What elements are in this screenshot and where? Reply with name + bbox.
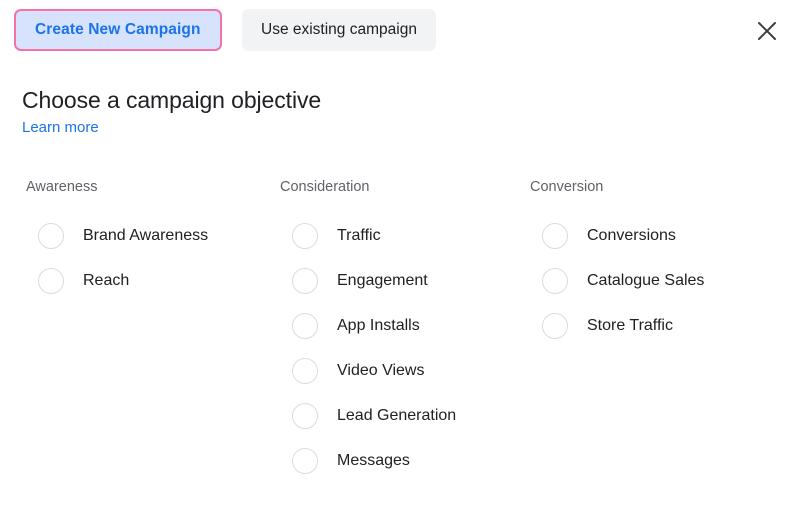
column-header-consideration: Consideration (280, 179, 370, 195)
option-label-traffic: Traffic (337, 226, 381, 244)
column-header-conversion: Conversion (530, 179, 604, 195)
option-app-installs[interactable]: App Installs (280, 303, 456, 348)
radio-messages[interactable] (292, 447, 318, 474)
option-traffic[interactable]: Traffic (280, 213, 456, 258)
learn-more-link[interactable]: Learn more (22, 118, 99, 138)
option-lead-generation[interactable]: Lead Generation (280, 393, 456, 438)
option-brand-awareness[interactable]: Brand Awareness (26, 213, 208, 258)
radio-traffic[interactable] (292, 222, 318, 249)
option-label-catalogue-sales: Catalogue Sales (587, 271, 705, 289)
option-label-messages: Messages (337, 451, 410, 469)
option-label-lead-generation: Lead Generation (337, 406, 457, 424)
close-dialog-button[interactable] (750, 14, 784, 48)
option-video-views[interactable]: Video Views (280, 348, 456, 393)
option-store-traffic[interactable]: Store Traffic (530, 303, 704, 348)
radio-engagement[interactable] (292, 267, 318, 294)
option-reach[interactable]: Reach (26, 258, 208, 303)
objective-column-consideration: Consideration Traffic Engagement App Ins… (280, 178, 456, 483)
option-label-brand-awareness: Brand Awareness (83, 226, 209, 244)
option-catalogue-sales[interactable]: Catalogue Sales (530, 258, 704, 303)
radio-video-views[interactable] (292, 357, 318, 384)
radio-conversions[interactable] (542, 222, 568, 249)
option-label-video-views: Video Views (337, 361, 425, 379)
tab-create-new-campaign[interactable]: Create New Campaign (14, 9, 222, 51)
option-messages[interactable]: Messages (280, 438, 456, 483)
objective-column-awareness: Awareness Brand Awareness Reach (26, 178, 208, 303)
radio-store-traffic[interactable] (542, 312, 568, 339)
page-title: Choose a campaign objective (22, 87, 322, 113)
tab-use-existing-campaign[interactable]: Use existing campaign (242, 9, 436, 51)
radio-catalogue-sales[interactable] (542, 267, 568, 294)
campaign-mode-tabbar: Create New Campaign Use existing campaig… (0, 0, 800, 68)
radio-reach[interactable] (38, 267, 64, 294)
option-label-app-installs: App Installs (337, 316, 420, 334)
column-header-awareness: Awareness (26, 179, 98, 195)
radio-lead-generation[interactable] (292, 402, 318, 429)
option-label-reach: Reach (83, 271, 130, 289)
radio-app-installs[interactable] (292, 312, 318, 339)
radio-brand-awareness[interactable] (38, 222, 64, 249)
option-label-store-traffic: Store Traffic (587, 316, 673, 334)
close-icon (756, 20, 778, 42)
option-label-engagement: Engagement (337, 271, 428, 289)
option-label-conversions: Conversions (587, 226, 676, 244)
option-engagement[interactable]: Engagement (280, 258, 456, 303)
heading-block: Choose a campaign objective Learn more (22, 85, 321, 138)
objective-column-conversion: Conversion Conversions Catalogue Sales S… (530, 178, 704, 348)
option-conversions[interactable]: Conversions (530, 213, 704, 258)
